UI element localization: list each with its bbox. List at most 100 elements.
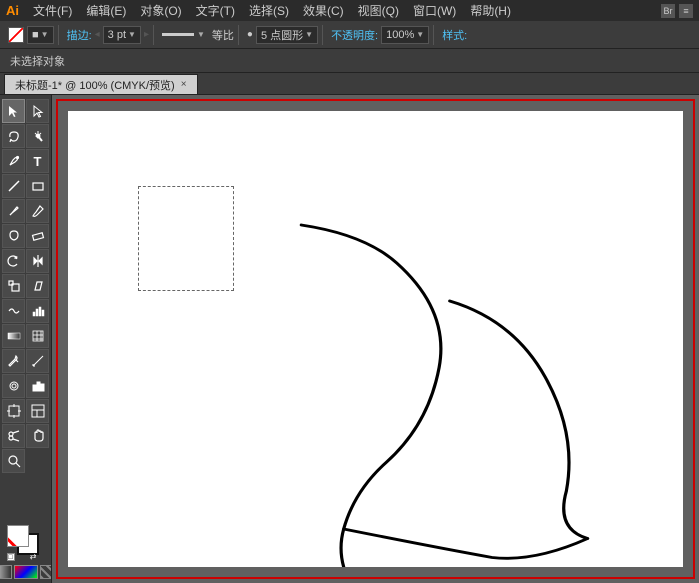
- empty-tool: [26, 449, 49, 473]
- tool-row-2: [2, 124, 49, 148]
- color-swatches: ⇄ □: [2, 521, 49, 579]
- swap-colors-icon[interactable]: ⇄: [30, 552, 37, 561]
- tool-row-3: T: [2, 149, 49, 173]
- eraser-tool[interactable]: [26, 224, 49, 248]
- tool-row-8: [2, 274, 49, 298]
- type-tool[interactable]: T: [26, 149, 49, 173]
- type-icon: T: [34, 154, 42, 169]
- no-selection-section: ■▼: [4, 25, 59, 45]
- line-dropdown-arrow[interactable]: ▼: [197, 30, 205, 39]
- style-label: 样式:: [442, 27, 467, 43]
- tool-row-10: [2, 324, 49, 348]
- line-preview: [162, 33, 194, 36]
- stroke-shape-dropdown[interactable]: ■▼: [27, 26, 54, 44]
- title-bar: Ai 文件(F) 编辑(E) 对象(O) 文字(T) 选择(S) 效果(C) 视…: [0, 0, 699, 21]
- selection-tool[interactable]: [2, 99, 25, 123]
- opacity-section: 不透明度: 100%▼: [327, 25, 434, 45]
- line-tool[interactable]: [2, 174, 25, 198]
- canvas-area[interactable]: [52, 95, 699, 583]
- pencil-tool[interactable]: [2, 199, 25, 223]
- tool-row-12: [2, 374, 49, 398]
- stroke-color-swatch[interactable]: [8, 27, 24, 43]
- column-graph-tool[interactable]: [26, 374, 49, 398]
- warp-tool[interactable]: [2, 299, 25, 323]
- menu-text[interactable]: 文字(T): [190, 2, 241, 19]
- menu-bar: 文件(F) 编辑(E) 对象(O) 文字(T) 选择(S) 效果(C) 视图(Q…: [27, 2, 517, 19]
- scissors-tool[interactable]: [2, 424, 25, 448]
- bridge-button[interactable]: Br: [661, 4, 675, 18]
- artboard-tool[interactable]: [2, 399, 25, 423]
- tool-row-1: [2, 99, 49, 123]
- tool-row-11: [2, 349, 49, 373]
- tab-bar: 未标题-1* @ 100% (CMYK/预览) ×: [0, 73, 699, 95]
- menu-view[interactable]: 视图(Q): [352, 2, 405, 19]
- graph-tool[interactable]: [26, 299, 49, 323]
- color-mode-fill[interactable]: [0, 565, 12, 579]
- menu-help[interactable]: 帮助(H): [464, 2, 517, 19]
- zoom-tool[interactable]: [2, 449, 25, 473]
- tool-row-15: [2, 449, 49, 473]
- hand-tool[interactable]: [26, 424, 49, 448]
- app-logo: Ai: [6, 3, 19, 18]
- opacity-input[interactable]: 100%▼: [381, 26, 429, 44]
- pen-tool[interactable]: [2, 149, 25, 173]
- stroke-value-input[interactable]: 3 pt▼: [103, 26, 141, 44]
- rectangle-tool[interactable]: [26, 174, 49, 198]
- tool-row-6: [2, 224, 49, 248]
- point-section: ● 5 点圆形▼: [243, 25, 323, 45]
- stroke-left-arrow[interactable]: ◂: [95, 29, 100, 40]
- menu-window[interactable]: 窗口(W): [407, 2, 462, 19]
- shear-tool[interactable]: [26, 274, 49, 298]
- magic-wand-tool[interactable]: [26, 124, 49, 148]
- fill-stroke-pair: ⇄ □: [7, 525, 45, 561]
- color-mode-none[interactable]: [40, 565, 53, 579]
- style-section: 样式:: [438, 25, 471, 45]
- fill-color-box[interactable]: [7, 525, 29, 547]
- no-selection-text: 未选择对象: [4, 53, 71, 69]
- document-tab[interactable]: 未标题-1* @ 100% (CMYK/预览) ×: [4, 74, 198, 94]
- tab-title: 未标题-1* @ 100% (CMYK/预览): [15, 77, 175, 93]
- blob-brush-tool[interactable]: [2, 224, 25, 248]
- measure-tool[interactable]: [26, 349, 49, 373]
- menu-edit[interactable]: 编辑(E): [80, 2, 132, 19]
- gradient-tool[interactable]: [2, 324, 25, 348]
- menu-file[interactable]: 文件(F): [27, 2, 78, 19]
- line-section: ▼ 等比: [158, 25, 239, 45]
- tool-row-5: [2, 199, 49, 223]
- tool-row-14: [2, 424, 49, 448]
- symbol-tool[interactable]: [2, 374, 25, 398]
- artboard[interactable]: [68, 111, 683, 567]
- selection-toolbar: 未选择对象: [0, 49, 699, 73]
- ratio-label: 等比: [212, 27, 234, 43]
- tab-close-button[interactable]: ×: [181, 79, 187, 90]
- dot-icon: ●: [247, 29, 253, 40]
- main-toolbar: ■▼ 描边: ◂ 3 pt▼ ▸ ▼ 等比 ● 5 点圆形▼ 不透明度: 100…: [0, 21, 699, 49]
- reflect-tool[interactable]: [26, 249, 49, 273]
- menu-object[interactable]: 对象(O): [134, 2, 187, 19]
- mesh-tool[interactable]: [26, 324, 49, 348]
- tool-row-4: [2, 174, 49, 198]
- brush-tool[interactable]: [26, 199, 49, 223]
- default-colors-icon[interactable]: □: [7, 553, 15, 561]
- point-dropdown[interactable]: 5 点圆形▼: [256, 26, 318, 44]
- workspace-button[interactable]: ≡: [679, 4, 693, 18]
- tool-row-7: [2, 249, 49, 273]
- direct-selection-tool[interactable]: [26, 99, 49, 123]
- tool-row-13: [2, 399, 49, 423]
- stroke-section: 描边: ◂ 3 pt▼ ▸: [63, 25, 154, 45]
- color-mode-gradient[interactable]: [14, 565, 38, 579]
- drawing-canvas[interactable]: [68, 111, 683, 567]
- opacity-label: 不透明度:: [331, 27, 378, 43]
- main-area: T: [0, 95, 699, 583]
- scale-tool[interactable]: [2, 274, 25, 298]
- menu-select[interactable]: 选择(S): [243, 2, 295, 19]
- menu-effect[interactable]: 效果(C): [297, 2, 350, 19]
- stroke-label: 描边:: [67, 27, 92, 43]
- slice-tool[interactable]: [26, 399, 49, 423]
- rotate-tool[interactable]: [2, 249, 25, 273]
- stroke-right-arrow[interactable]: ▸: [144, 29, 149, 40]
- tool-row-9: [2, 299, 49, 323]
- lasso-tool[interactable]: [2, 124, 25, 148]
- eyedropper-tool[interactable]: [2, 349, 25, 373]
- toolbox: T: [0, 95, 52, 583]
